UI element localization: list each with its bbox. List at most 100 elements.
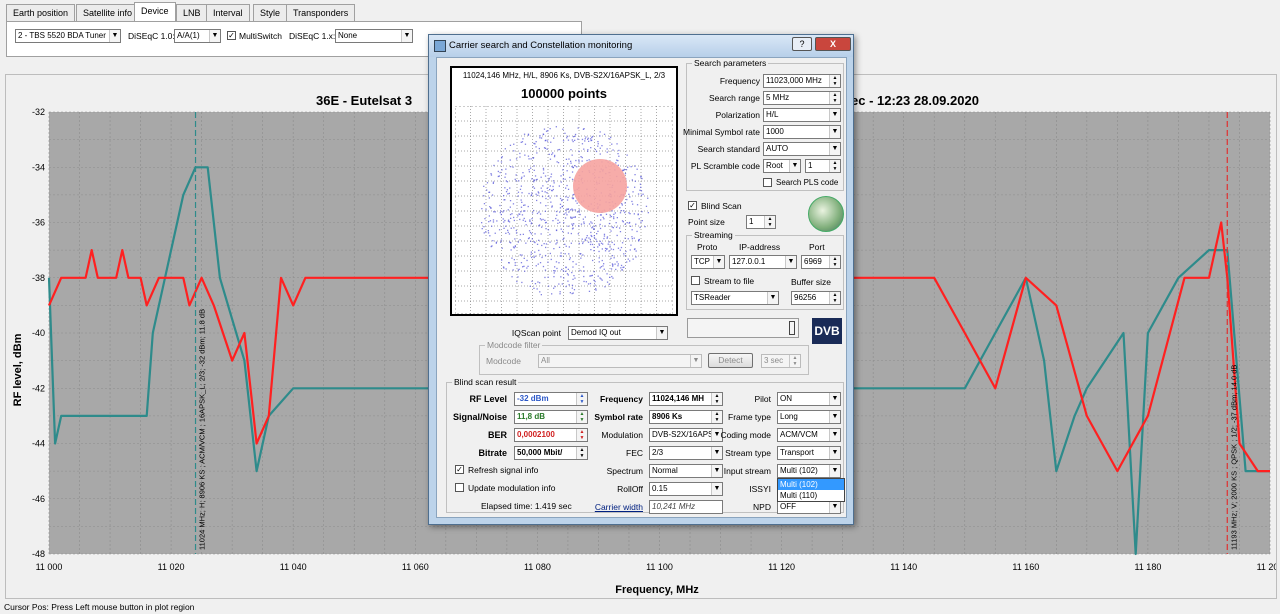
plot-title-left: 36E - Eutelsat 3: [316, 93, 412, 108]
carrier-width-value: 10,241 MHz: [652, 502, 696, 511]
dialog-client: 11024,146 MHz, H/L, 8906 Ks, DVB-S2X/16A…: [436, 57, 847, 518]
tab-bar: Earth position Satellite info Device LNB…: [0, 0, 1280, 22]
pls-value-input[interactable]: 1 ▲ ▼: [805, 159, 841, 173]
rf-level-value: -32 dBm: [517, 394, 549, 403]
tab-earth-position[interactable]: Earth position: [6, 4, 76, 21]
stream-to-file-label: Stream to file: [704, 276, 755, 286]
multiswitch-label: MultiSwitch: [239, 31, 282, 41]
spectrum-label: Spectrum: [606, 466, 643, 476]
port-value: 6969: [804, 257, 822, 266]
diseqc10-value: A/A(1): [177, 31, 200, 40]
search-parameters-group: Search parameters Frequency 11023,000 MH…: [683, 58, 844, 191]
carrier-width-field: 10,241 MHz: [649, 500, 723, 514]
x-tick-label: 11 140: [890, 562, 917, 572]
tuner-select[interactable]: 2 - TBS 5520 BDA Tuner ▼: [15, 29, 121, 43]
marker-label-right: 11193 MHz; V; 2000 KS ; QPSK ; 1/2; -37 …: [1229, 365, 1238, 550]
help-button[interactable]: ?: [792, 37, 812, 51]
search-standard-value: AUTO: [766, 144, 789, 153]
search-range-input[interactable]: 5 MHz ▲ ▼: [763, 91, 841, 105]
y-tick-label: -42: [32, 383, 45, 393]
modulation-select[interactable]: DVB-S2X/16APSK ▼: [649, 428, 723, 442]
input-stream-select[interactable]: Multi (102) ▼: [777, 464, 841, 478]
stream-target-select[interactable]: TSReader ▼: [691, 291, 779, 305]
update-modulation-checkbox[interactable]: [455, 483, 464, 492]
frequency-value: 11023,000 MHz: [766, 76, 822, 85]
pilot-select[interactable]: ON ▼: [777, 392, 841, 406]
iqscan-select[interactable]: Demod IQ out ▼: [568, 326, 668, 340]
tab-satellite-info[interactable]: Satellite info: [76, 4, 140, 21]
buffer-size-input[interactable]: 96256 ▲ ▼: [791, 291, 841, 305]
detect-button[interactable]: Detect: [708, 353, 753, 368]
dropdown-option[interactable]: Multi (102): [778, 479, 844, 490]
modulation-label: Modulation: [601, 430, 643, 440]
radar-logo-icon[interactable]: [808, 196, 844, 232]
chevron-down-icon: ▼: [401, 30, 412, 42]
diseqc1x-select[interactable]: None ▼: [335, 29, 413, 43]
input-stream-dropdown[interactable]: Multi (102) Multi (110): [777, 478, 845, 502]
spinner-icon[interactable]: ▲ ▼: [764, 216, 775, 228]
spinner-icon[interactable]: ▲ ▼: [829, 75, 840, 87]
search-pls-checkbox[interactable]: [763, 178, 772, 187]
search-standard-label: Search standard: [697, 144, 760, 154]
search-standard-select[interactable]: AUTO ▼: [763, 142, 841, 156]
port-input[interactable]: 6969 ▲ ▼: [801, 255, 841, 269]
blind-scan-checkbox[interactable]: ✓: [688, 201, 697, 210]
signal-noise-field: 11,8 dB ▲ ▼: [514, 410, 588, 424]
detect-interval-input[interactable]: 3 sec ▲ ▼: [761, 354, 801, 368]
chevron-down-icon: ▼: [829, 411, 840, 423]
close-button[interactable]: X: [815, 37, 851, 51]
ber-label: BER: [487, 430, 507, 440]
rolloff-select[interactable]: 0.15 ▼: [649, 482, 723, 496]
stream-type-select[interactable]: Transport ▼: [777, 446, 841, 460]
frame-type-select[interactable]: Long ▼: [777, 410, 841, 424]
modulation-value: DVB-S2X/16APSK: [652, 430, 719, 439]
diseqc10-select[interactable]: A/A(1) ▼: [174, 29, 221, 43]
x-tick-label: 11 160: [1012, 562, 1039, 572]
proto-label: Proto: [697, 242, 718, 252]
polarization-select[interactable]: H/L ▼: [763, 108, 841, 122]
modcode-filter-title: Modcode filter: [485, 340, 543, 350]
pilot-label: Pilot: [754, 394, 771, 404]
spinner-icon[interactable]: ▲ ▼: [829, 92, 840, 104]
spinner-icon[interactable]: ▲ ▼: [829, 256, 840, 268]
tab-device[interactable]: Device: [134, 2, 176, 22]
modcode-select[interactable]: All ▼: [538, 354, 702, 368]
elapsed-time: Elapsed time: 1.419 sec: [481, 501, 572, 511]
dialog-titlebar[interactable]: Carrier search and Constellation monitor…: [429, 35, 853, 57]
diseqc1x-value: None: [338, 31, 358, 40]
point-size-input[interactable]: 1 ▲ ▼: [746, 215, 776, 229]
status-bar: Cursor Pos: Press Left mouse button in p…: [0, 600, 1280, 614]
x-tick-label: 11 040: [280, 562, 307, 572]
multiswitch-checkbox[interactable]: ✓: [227, 31, 236, 40]
tab-style[interactable]: Style: [253, 4, 288, 21]
spinner-icon[interactable]: ▲ ▼: [789, 355, 800, 367]
min-symbol-rate-select[interactable]: 1000 ▼: [763, 125, 841, 139]
spinner-icon[interactable]: ▲ ▼: [829, 160, 840, 172]
coding-mode-select[interactable]: ACM/VCM ▼: [777, 428, 841, 442]
refresh-signal-checkbox[interactable]: ✓: [455, 465, 464, 474]
stream-to-file-checkbox[interactable]: [691, 276, 700, 285]
symbol-rate-value: 8906 Ks: [652, 412, 683, 421]
blind-scan-result-group: Blind scan result RF Level -32 dBm ▲ ▼ Sig…: [446, 377, 845, 514]
constellation-panel[interactable]: 11024,146 MHz, H/L, 8906 Ks, DVB-S2X/16A…: [450, 66, 678, 316]
ip-address-select[interactable]: 127.0.0.1 ▼: [729, 255, 797, 269]
frequency-input[interactable]: 11023,000 MHz ▲ ▼: [763, 74, 841, 88]
npd-select[interactable]: OFF ▼: [777, 500, 841, 514]
pilot-value: ON: [780, 394, 792, 403]
spinner-icon: ▲ ▼: [711, 393, 722, 405]
tab-transponders[interactable]: Transponders: [286, 4, 356, 21]
x-tick-label: 11 020: [158, 562, 185, 572]
tab-interval[interactable]: Interval: [206, 4, 250, 21]
fec-label: FEC: [626, 448, 643, 458]
spinner-icon[interactable]: ▲ ▼: [829, 292, 840, 304]
pls-mode-select[interactable]: Root ▼: [763, 159, 801, 173]
diseqc10-label: DiSEqC 1.0:: [128, 31, 175, 41]
tab-lnb[interactable]: LNB: [176, 4, 208, 21]
fec-select[interactable]: 2/3 ▼: [649, 446, 723, 460]
rf-level-label: RF Level: [469, 394, 507, 404]
dropdown-option[interactable]: Multi (110): [778, 490, 844, 501]
x-tick-label: 11 060: [402, 562, 429, 572]
carrier-width-label[interactable]: Carrier width: [595, 502, 643, 512]
spectrum-select[interactable]: Normal ▼: [649, 464, 723, 478]
proto-select[interactable]: TCP ▼: [691, 255, 725, 269]
